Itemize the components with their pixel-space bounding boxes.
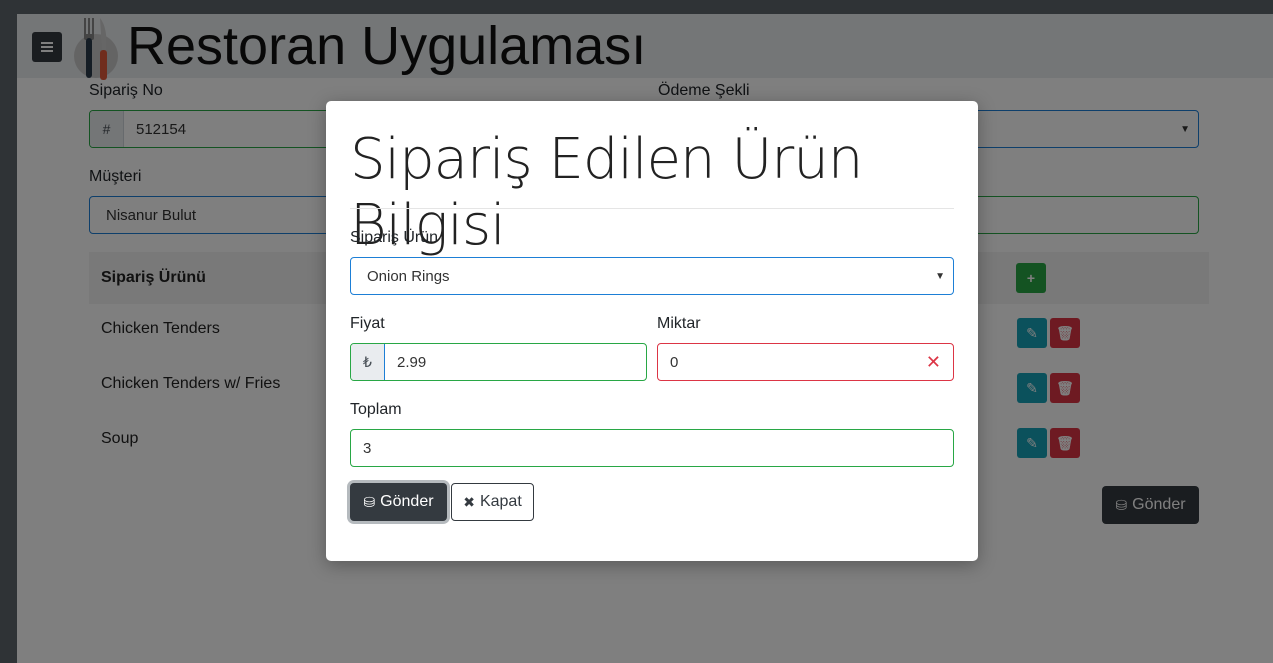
price-label: Fiyat — [350, 315, 385, 332]
product-select[interactable]: Onion Rings ▼ — [350, 257, 954, 295]
modal-close-button[interactable]: ✖ Kapat — [451, 483, 534, 521]
divider — [350, 208, 954, 209]
quantity-value: 0 — [670, 353, 679, 371]
modal-submit-button[interactable]: ⛁ Gönder — [350, 483, 447, 521]
modal-close-label: Kapat — [479, 493, 522, 510]
modal-title: Sipariş Edilen Ürün Bilgisi — [350, 127, 863, 258]
quantity-label: Miktar — [657, 315, 701, 332]
product-select-value: Onion Rings — [367, 267, 450, 285]
chevron-down-icon: ▼ — [935, 271, 945, 282]
product-label: Sipariş Ürün — [350, 229, 439, 246]
price-field[interactable]: ₺ 2.99 — [350, 343, 647, 381]
lira-addon: ₺ — [351, 344, 385, 380]
invalid-icon: ✕ — [925, 352, 941, 372]
total-field[interactable]: 3 — [350, 429, 954, 467]
database-icon: ⛁ — [363, 493, 376, 510]
total-value: 3 — [363, 439, 372, 457]
close-icon: ✖ — [463, 493, 475, 510]
modal-submit-label: Gönder — [380, 493, 434, 510]
product-modal: Sipariş Edilen Ürün Bilgisi Sipariş Ürün… — [326, 101, 978, 561]
price-value: 2.99 — [397, 353, 427, 371]
total-label: Toplam — [350, 401, 402, 418]
quantity-field[interactable]: 0 ✕ — [657, 343, 954, 381]
